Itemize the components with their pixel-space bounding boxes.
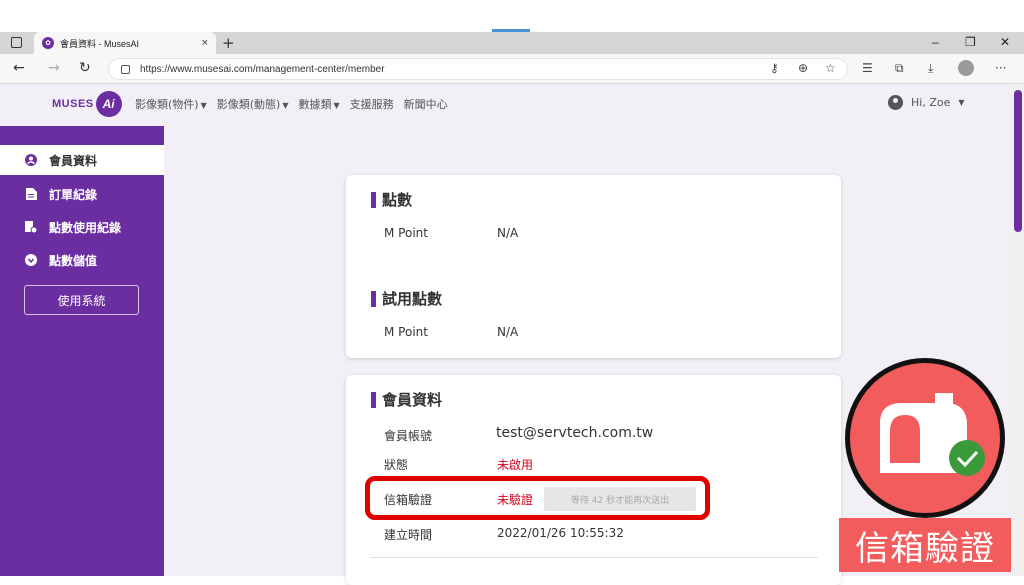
collections-icon[interactable]: ⧉ <box>895 61 904 76</box>
title-bar <box>371 290 376 307</box>
member-info-title-text: 會員資料 <box>382 391 443 409</box>
document-icon <box>25 188 37 200</box>
points-title: 點數 <box>371 189 412 210</box>
menu-item-data[interactable]: 數據類 ▼ <box>299 96 340 112</box>
m-point-label: M Point <box>384 226 428 240</box>
favorites-list-icon[interactable]: ☰ <box>862 61 873 75</box>
caret-down-icon: ▼ <box>200 101 207 110</box>
user-icon <box>888 95 903 110</box>
menu-item-news[interactable]: 新聞中心 <box>404 96 448 112</box>
sidebar-item-label: 點數使用紀錄 <box>49 220 122 235</box>
minimize-button[interactable]: – <box>932 35 939 49</box>
user-menu[interactable]: Hi, Zoe ▼ <box>888 95 965 110</box>
mailbox-check-icon <box>880 393 985 476</box>
menu-label: 影像類(動態) <box>216 98 281 111</box>
trial-m-point-label: M Point <box>384 325 428 339</box>
highlight-frame <box>365 476 710 520</box>
favicon-icon: ✿ <box>42 37 54 49</box>
title-bar <box>371 391 376 408</box>
points-title-text: 點數 <box>382 191 413 209</box>
profile-avatar[interactable] <box>958 60 974 76</box>
account-label: 會員帳號 <box>384 429 433 443</box>
sidebar-item-point-usage[interactable]: 點數使用紀錄 <box>0 212 164 242</box>
created-label: 建立時間 <box>384 528 433 542</box>
sidebar-item-label: 會員資料 <box>49 153 98 168</box>
menu-label: 數據類 <box>298 98 332 111</box>
trial-points-title: 試用點數 <box>371 288 442 309</box>
forward-icon[interactable]: → <box>48 60 60 76</box>
main-menu: 影像類(物件) ▼ 影像類(動態) ▼ 數據類 ▼ 支援服務 新聞中心 <box>135 96 448 112</box>
mailbox-badge <box>845 358 1005 518</box>
trial-m-point-value: N/A <box>497 325 519 339</box>
title-bar <box>371 191 376 208</box>
url-field[interactable]: https://www.musesai.com/management-cente… <box>108 58 848 80</box>
tab-close-icon[interactable]: × <box>202 37 208 49</box>
caret-down-icon: ▼ <box>333 101 340 110</box>
downloads-icon[interactable]: ⤓ <box>928 61 933 76</box>
page-scrollbar[interactable] <box>1012 84 1024 576</box>
sidebar-item-label: 點數儲值 <box>49 253 98 268</box>
tab-title: 會員資料 - MusesAI <box>60 38 140 49</box>
created-value: 2022/01/26 10:55:32 <box>497 526 624 540</box>
sidebar: 會員資料 訂單紀錄 點數使用紀錄 點數儲值 使用系統 <box>0 126 164 576</box>
user-greeting: Hi, Zoe <box>911 96 951 109</box>
lock-icon <box>121 64 130 74</box>
sidebar-item-label: 訂單紀錄 <box>49 187 98 202</box>
use-system-button[interactable]: 使用系統 <box>24 285 139 315</box>
site-header: MUSES Ai 影像類(物件) ▼ 影像類(動態) ▼ 數據類 ▼ 支援服務 新聞中… <box>0 84 1012 126</box>
menu-label: 影像類(物件) <box>135 98 199 111</box>
back-icon[interactable]: ← <box>13 60 25 76</box>
browser-tab-bar: ✿ 會員資料 - MusesAI × + – ❐ ✕ <box>0 32 1024 54</box>
menu-item-image-motion[interactable]: 影像類(動態) ▼ <box>217 96 289 112</box>
divider <box>370 557 818 558</box>
menu-item-support[interactable]: 支援服務 <box>350 96 394 112</box>
favorite-star-icon[interactable]: ☆ <box>825 61 836 75</box>
refresh-icon[interactable]: ↻ <box>79 60 91 76</box>
sidebar-item-member[interactable]: 會員資料 <box>0 145 164 175</box>
overlay-caption: 信箱驗證 <box>839 518 1011 572</box>
browser-tab[interactable]: ✿ 會員資料 - MusesAI × <box>34 32 216 54</box>
site-logo[interactable]: MUSES Ai <box>52 91 122 117</box>
user-circle-icon <box>25 154 37 166</box>
caret-down-icon: ▼ <box>282 101 289 110</box>
url-text: https://www.musesai.com/management-cente… <box>140 63 385 75</box>
caret-down-icon: ▼ <box>958 98 965 107</box>
logo-ai: Ai <box>95 91 122 117</box>
m-point-value: N/A <box>497 226 519 240</box>
account-value: test@servtech.com.tw <box>496 425 654 441</box>
sidebar-item-topup[interactable]: 點數儲值 <box>0 245 164 275</box>
key-icon[interactable]: ⚷ <box>770 61 779 75</box>
tab-actions-icon[interactable] <box>11 37 22 48</box>
receipt-icon <box>25 221 37 233</box>
more-menu-icon[interactable]: ··· <box>995 61 1006 75</box>
restore-button[interactable]: ❐ <box>965 35 976 49</box>
status-value: 未啟用 <box>497 458 534 472</box>
window-top-strip <box>0 0 1024 32</box>
sidebar-item-orders[interactable]: 訂單紀錄 <box>0 179 164 209</box>
scrollbar-thumb[interactable] <box>1014 90 1022 232</box>
close-window-button[interactable]: ✕ <box>1000 35 1010 49</box>
status-label: 狀態 <box>384 458 409 472</box>
trial-points-title-text: 試用點數 <box>382 290 443 308</box>
zoom-icon[interactable]: ⊕ <box>798 61 808 75</box>
coin-icon <box>25 254 37 266</box>
menu-item-image-object[interactable]: 影像類(物件) ▼ <box>135 96 207 112</box>
new-tab-button[interactable]: + <box>222 34 235 52</box>
member-info-title: 會員資料 <box>371 389 442 410</box>
logo-text: MUSES <box>52 98 94 110</box>
address-bar-row: ← → ↻ https://www.musesai.com/management… <box>0 54 1024 84</box>
